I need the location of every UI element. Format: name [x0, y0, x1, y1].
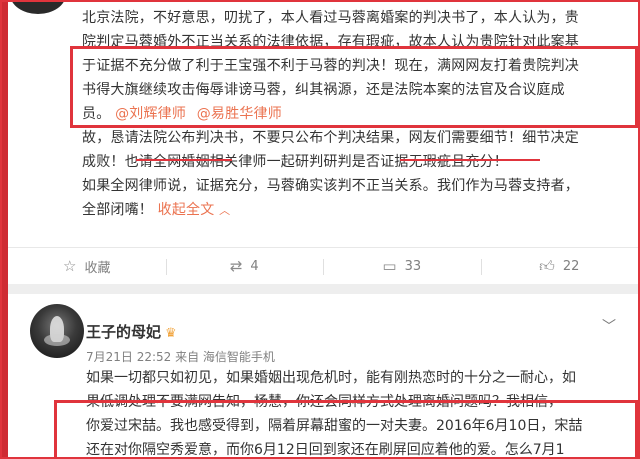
- collapse-label: 收起全文: [157, 202, 215, 218]
- favorite-label: 收藏: [84, 260, 111, 276]
- post-line: 北京法院，不好意思，叨扰了，本人看过马蓉离婚案的判决书了，本人认为，贵: [82, 10, 579, 26]
- post-line: 如果全网律师说，证据充分，马蓉确实该判不正当关系。我们作为马蓉支持者，: [82, 178, 579, 194]
- highlight-box: [54, 400, 638, 457]
- post-text: 全部闭嘴！: [82, 202, 153, 218]
- comment-count: 33: [404, 258, 422, 274]
- post-line: 如果一切都只如初见，如果婚姻出现危机时，能有刚热恋时的十分之一耐心，如: [86, 370, 576, 386]
- post-line: 故，恳请法院公布判决书，不要只公布个判决结果，网友们需要细节！细节决定: [82, 130, 579, 146]
- chevron-up-icon: ︿: [219, 204, 231, 217]
- highlight-underline: [400, 159, 540, 161]
- like-count: 22: [562, 258, 580, 274]
- highlight-underline: [136, 159, 232, 161]
- author-name-row: 王子的母妃 ♛: [86, 321, 177, 342]
- star-icon: ☆: [63, 257, 77, 275]
- screenshot-frame: 北京法院，不好意思，叨扰了，本人看过马蓉离婚案的判决书了，本人认为，贵 院判定马…: [0, 0, 640, 459]
- post-line: 成败！也请全网婚姻相关律师一起研判研判是否证据无瑕疵且充分！: [82, 154, 508, 170]
- avatar[interactable]: [30, 304, 84, 358]
- post-meta: 7月21日 22:52 来自 海信智能手机: [86, 350, 275, 364]
- crown-icon: ♛: [165, 326, 177, 341]
- action-bar: ☆ 收藏 ⇄ 4 ▭ 33 👍︎ 22: [8, 247, 638, 285]
- comment-button[interactable]: ▭ 33: [323, 257, 481, 275]
- like-button[interactable]: 👍︎ 22: [480, 256, 639, 276]
- post-line: 全部闭嘴！ 收起全文 ︿: [82, 198, 622, 223]
- repost-button[interactable]: ⇄ 4: [165, 257, 324, 275]
- comment-icon: ▭: [382, 257, 397, 275]
- chevron-down-icon[interactable]: ﹀: [602, 316, 616, 336]
- highlight-box: [70, 46, 638, 128]
- repost-count: 4: [250, 258, 259, 274]
- author-name[interactable]: 王子的母妃: [86, 323, 161, 341]
- previous-avatar[interactable]: [10, 2, 66, 14]
- repost-icon: ⇄: [229, 257, 243, 275]
- collapse-link[interactable]: 收起全文 ︿: [158, 202, 231, 218]
- avatar-figure-base: [44, 334, 70, 346]
- thumbs-up-icon: 👍︎: [539, 256, 555, 275]
- feed-separator: [8, 284, 638, 294]
- favorite-button[interactable]: ☆ 收藏: [8, 257, 166, 276]
